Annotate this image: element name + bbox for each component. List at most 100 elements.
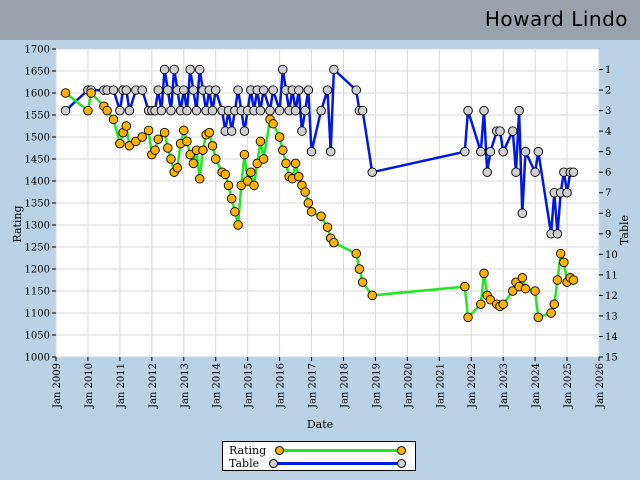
- rating-point: [533, 312, 544, 323]
- y2-tick-label: 4: [605, 127, 611, 138]
- table-point: [533, 146, 544, 157]
- rating-point: [281, 158, 291, 169]
- rating-point: [220, 169, 231, 180]
- rating-point: [60, 88, 71, 98]
- table-point: [169, 64, 179, 75]
- table-point: [329, 64, 339, 75]
- x-tick-label: Jan 2026: [595, 363, 606, 409]
- table-point: [495, 126, 505, 136]
- table-point: [367, 167, 377, 177]
- table-point: [191, 105, 202, 116]
- table-point: [460, 146, 470, 157]
- rating-point: [367, 290, 377, 301]
- x-tick-label: Jan 2016: [276, 363, 287, 409]
- table-point: [137, 85, 147, 95]
- rating-point: [239, 149, 250, 160]
- rating-point: [150, 145, 160, 155]
- y-tick-label: 1100: [25, 309, 50, 320]
- y2-tick-label: 8: [605, 209, 611, 220]
- table-point: [520, 146, 531, 157]
- rating-point: [102, 105, 112, 116]
- y2-tick-label: 13: [605, 311, 618, 322]
- table-point: [188, 85, 199, 95]
- x-tick-label: Jan 2019: [371, 363, 382, 409]
- legend-table-label: Table: [229, 457, 260, 470]
- rating-point: [316, 211, 326, 221]
- rating-point: [463, 312, 473, 323]
- table-point: [511, 167, 521, 177]
- table-point: [479, 105, 489, 116]
- y2-tick-label: 5: [605, 147, 611, 158]
- table-point: [210, 85, 221, 95]
- rating-point: [357, 277, 368, 287]
- y-tick-label: 1000: [25, 353, 50, 364]
- rating-point: [498, 299, 508, 309]
- rating-point: [198, 145, 208, 155]
- rating-point: [300, 187, 310, 197]
- x-tick-label: Jan 2025: [563, 363, 574, 409]
- rating-point: [159, 127, 170, 138]
- table-point: [182, 105, 192, 116]
- rating-point: [83, 105, 93, 116]
- rating-point: [568, 275, 579, 285]
- rating-point: [460, 281, 470, 292]
- y2-axis-label: Table: [618, 215, 631, 245]
- table-point: [115, 105, 125, 116]
- rating-point: [290, 158, 301, 169]
- table-point: [255, 105, 266, 116]
- rating-point: [268, 119, 278, 129]
- table-point: [194, 64, 205, 75]
- table-point: [233, 85, 243, 95]
- y-tick-label: 1700: [25, 45, 50, 56]
- x-tick-label: Jan 2011: [116, 363, 127, 409]
- y-tick-label: 1400: [25, 177, 50, 188]
- y2-tick-label: 14: [605, 332, 618, 343]
- table-point: [568, 167, 579, 177]
- rating-point: [207, 141, 218, 151]
- table-point: [226, 126, 237, 136]
- y2-tick-label: 9: [605, 229, 611, 240]
- x-tick-label: Jan 2009: [52, 363, 63, 409]
- y2-tick-label: 10: [605, 250, 618, 261]
- rating-point: [278, 145, 288, 155]
- table-point: [463, 105, 473, 116]
- table-point: [153, 85, 163, 95]
- table-point: [166, 105, 176, 116]
- rating-point: [559, 257, 569, 268]
- table-point: [239, 126, 250, 136]
- table-point: [300, 105, 310, 116]
- y2-tick-label: 3: [605, 106, 611, 117]
- rating-point: [166, 154, 176, 164]
- legend: Rating Table: [222, 441, 416, 471]
- rating-point: [143, 125, 154, 136]
- x-tick-label: Jan 2024: [531, 363, 542, 409]
- rating-point: [546, 308, 556, 318]
- rating-point: [520, 284, 531, 294]
- rating-point: [552, 275, 563, 285]
- x-tick-label: Jan 2017: [308, 363, 319, 409]
- table-point: [316, 105, 326, 116]
- rating-point: [204, 127, 215, 138]
- rating-point: [115, 138, 125, 149]
- table-point: [322, 85, 333, 95]
- table-point: [185, 64, 195, 75]
- y2-tick-label: 15: [605, 353, 618, 364]
- rating-point: [303, 198, 314, 208]
- rating-point: [223, 180, 234, 191]
- table-point: [562, 187, 572, 198]
- table-point: [265, 105, 275, 116]
- y2-tick-label: 11: [605, 270, 618, 281]
- rating-point: [549, 299, 560, 309]
- table-point: [498, 146, 508, 157]
- table-point: [306, 146, 317, 157]
- rating-point: [249, 180, 259, 191]
- rating-point: [530, 286, 540, 296]
- rating-point: [274, 132, 285, 142]
- y-tick-label: 1450: [25, 155, 50, 166]
- x-tick-label: Jan 2010: [84, 363, 95, 409]
- legend-rating-line: [277, 449, 403, 452]
- table-point: [482, 167, 492, 177]
- table-point: [278, 64, 288, 75]
- table-point: [258, 85, 269, 95]
- x-tick-label: Jan 2013: [180, 363, 191, 409]
